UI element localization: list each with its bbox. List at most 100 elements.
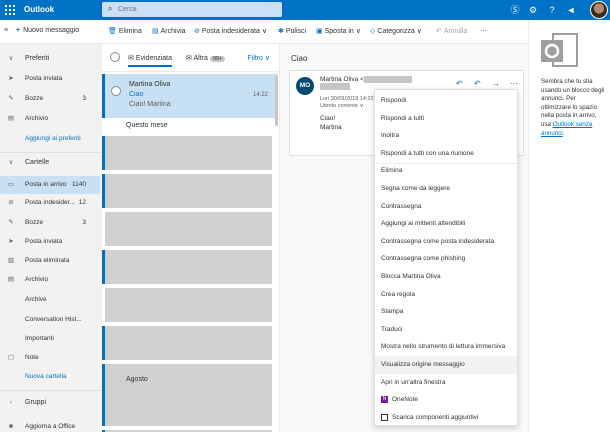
more-actions-icon[interactable]: ⋯	[510, 79, 518, 88]
folder-archive[interactable]: Archive	[0, 291, 100, 309]
upgrade-office-link[interactable]: ■ Aggiorna a Office	[0, 418, 100, 432]
user-avatar[interactable]	[590, 1, 608, 19]
tab-focused[interactable]: ✉ Evidenziata	[128, 54, 173, 67]
folder-important[interactable]: Importanti	[0, 330, 100, 348]
ad-pane: Sembra che tu stia usando un blocco degl…	[528, 20, 610, 432]
folder-archivio[interactable]: ▤ Archivio	[0, 271, 100, 289]
folder-sent[interactable]: ➤ Posta inviata	[0, 233, 100, 251]
menu-mark-junk[interactable]: Contrassegna come posta indesiderata	[375, 233, 517, 251]
scrollbar[interactable]	[275, 76, 278, 126]
list-item[interactable]	[102, 250, 272, 284]
menu-mark-phishing[interactable]: Contrassegna come phishing	[375, 250, 517, 268]
recipient-line: Utente corrente ∨	[320, 103, 364, 109]
waffle-icon[interactable]	[4, 4, 16, 16]
folder-notes[interactable]: ▢ Note	[0, 349, 100, 367]
favorite-drafts[interactable]: ✎ Bozze 3	[0, 90, 100, 108]
redacted-address	[363, 76, 412, 83]
outlook-logo-icon	[541, 33, 578, 67]
menu-block-sender[interactable]: Blocca Martina Oliva	[375, 268, 517, 286]
skype-icon[interactable]: Ⓢ	[508, 3, 522, 17]
folder-junk[interactable]: ⊘ Posta indesider... 12	[0, 194, 100, 212]
chevron-down-icon: ∨	[355, 28, 361, 35]
menu-reply[interactable]: Rispondi	[375, 92, 517, 110]
menu-view-source[interactable]: Visualizza origine messaggio	[375, 356, 517, 374]
tab-other[interactable]: ✉ Altra 99+	[186, 54, 226, 62]
menu-translate[interactable]: Traduci	[375, 321, 517, 339]
new-folder-link[interactable]: Nuova cartella	[0, 368, 100, 386]
list-item[interactable]	[102, 174, 272, 208]
nav-label: Archive	[25, 296, 47, 303]
new-message-label: Nuovo messaggio	[23, 27, 80, 34]
list-item[interactable]	[102, 212, 272, 246]
delete-button[interactable]: 🗑︎ Elimina	[108, 27, 142, 35]
list-item[interactable]	[102, 288, 272, 322]
menu-reply-all[interactable]: Rispondi a tutti	[375, 110, 517, 128]
folder-move-icon: ▣	[316, 28, 323, 35]
menu-flag[interactable]: Contrassegna	[375, 198, 517, 216]
move-button[interactable]: ▣ Sposta in ∨	[316, 27, 361, 35]
add-favorites-link[interactable]: Aggiungi ai preferiti	[0, 130, 100, 148]
group-header: Questo mese	[126, 122, 168, 129]
menu-mark-unread[interactable]: Segna come da leggere	[375, 180, 517, 198]
mail-icon: ✉	[186, 55, 192, 62]
send-icon: ➤	[8, 238, 14, 245]
sender-avatar[interactable]: MO	[296, 77, 314, 95]
message-select-radio[interactable]	[111, 86, 121, 96]
menu-create-rule[interactable]: Crea regola	[375, 286, 517, 304]
list-item[interactable]	[102, 392, 272, 426]
menu-get-addins[interactable]: Scarica componenti aggiuntivi	[375, 409, 517, 427]
junk-button[interactable]: ⊘ Posta indesiderata ∨	[194, 27, 267, 35]
note-icon: ▢	[7, 354, 15, 361]
broom-icon: ✱	[278, 28, 284, 35]
megaphone-icon[interactable]: ◄	[564, 3, 578, 17]
nav-count: 12	[78, 199, 86, 206]
undo-button[interactable]: ↶ Annulla	[436, 27, 467, 35]
sweep-button[interactable]: ✱ Pulisci	[278, 27, 306, 35]
menu-forward[interactable]: Inoltra	[375, 127, 517, 145]
command-bar: ≡ + Nuovo messaggio 🗑︎ Elimina ▤ Archivia ⊘…	[0, 20, 610, 44]
search-icon: ⌕	[108, 4, 113, 13]
list-item[interactable]	[102, 326, 272, 360]
favorite-sent[interactable]: ➤ Posta inviata	[0, 70, 100, 88]
chevron-right-icon: ›	[9, 399, 13, 406]
groups-header[interactable]: › Gruppi	[0, 394, 100, 412]
folder-drafts[interactable]: ✎ Bozze 3	[0, 214, 100, 232]
message-item-selected[interactable]: Martina Oliva Ciao Ciao! Martina 14:22	[102, 74, 278, 118]
menu-delete[interactable]: Elimina	[375, 162, 517, 180]
settings-icon[interactable]: ⚙	[526, 3, 540, 17]
search-box[interactable]: ⌕	[102, 2, 282, 17]
select-all-checkbox[interactable]	[110, 52, 120, 62]
forward-icon[interactable]: →	[492, 79, 500, 88]
hamburger-icon[interactable]: ≡	[4, 27, 8, 34]
archive-button[interactable]: ▤ Archivia	[152, 27, 186, 35]
search-input[interactable]	[118, 4, 278, 15]
list-item[interactable]	[102, 136, 272, 170]
folder-deleted[interactable]: ▥ Posta eliminata	[0, 252, 100, 270]
menu-onenote[interactable]: N OneNote	[375, 391, 517, 409]
chevron-down-icon: ∨	[416, 28, 422, 35]
nav-count: 3	[82, 219, 86, 226]
filter-label: Filtro	[247, 55, 263, 62]
folders-header[interactable]: ∨ Cartelle	[0, 154, 100, 172]
ad-blocker-message: Sembra che tu stia usando un blocco degl…	[541, 78, 607, 138]
menu-immersive-reader[interactable]: Mostra nello strumento di lettura immers…	[375, 338, 517, 356]
help-icon[interactable]: ?	[545, 3, 559, 17]
new-folder-label: Nuova cartella	[25, 373, 67, 380]
new-message-button[interactable]: + Nuovo messaggio	[16, 27, 79, 34]
reply-all-icon[interactable]: ↶	[474, 79, 481, 88]
filter-button[interactable]: Filtro ∨	[247, 54, 270, 62]
message-preview: Ciao! Martina	[129, 101, 171, 108]
reply-icon[interactable]: ↶	[456, 79, 463, 88]
menu-print[interactable]: Stampa	[375, 303, 517, 321]
favorite-archive[interactable]: ▤ Archivio	[0, 110, 100, 128]
folder-inbox[interactable]: ▭ Posta in arrivo 1140	[0, 176, 100, 194]
onenote-icon: N	[381, 395, 388, 403]
favorites-header[interactable]: ∨ Preferiti	[0, 50, 100, 68]
menu-open-new-window[interactable]: Apri in un'altra finestra	[375, 374, 517, 392]
menu-add-safe-senders[interactable]: Aggiungi ai mittenti attendibili	[375, 215, 517, 233]
app-brand[interactable]: Outlook	[24, 5, 54, 14]
menu-reply-all-meeting[interactable]: Rispondi a tutti con una riunione	[375, 145, 517, 163]
folder-conversation-history[interactable]: Conversation Hist...	[0, 311, 100, 329]
categorize-button[interactable]: ◇ Categorizza ∨	[370, 27, 422, 35]
more-icon[interactable]: ⋯	[480, 27, 487, 35]
